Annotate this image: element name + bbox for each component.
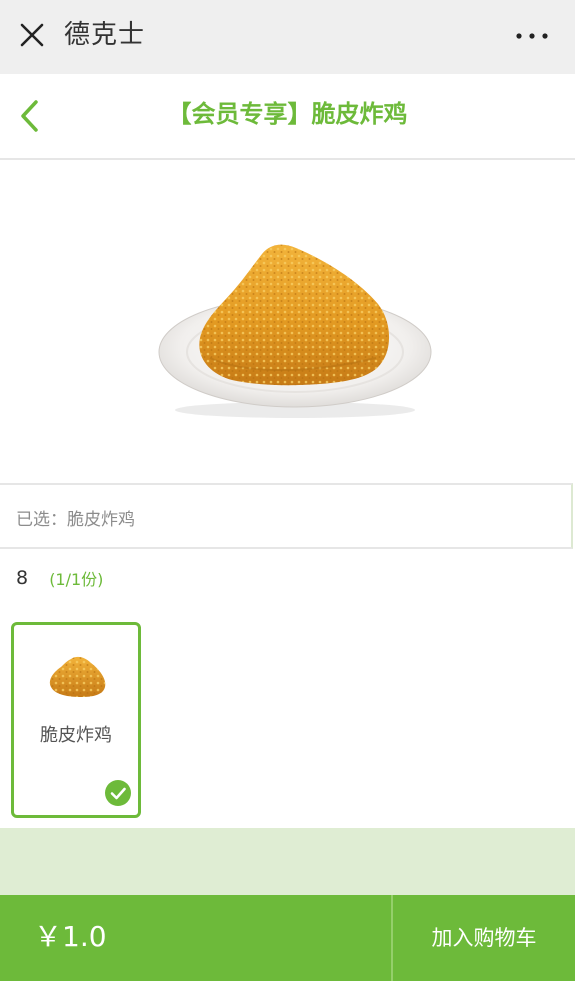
check-icon xyxy=(105,780,131,806)
selected-text: 已选：脆皮炸鸡 xyxy=(16,510,135,530)
group-count: (1/1份) xyxy=(49,570,104,589)
product-image-area xyxy=(0,162,575,482)
selected-summary: 已选：脆皮炸鸡 xyxy=(0,483,573,549)
option-label: 脆皮炸鸡 xyxy=(40,725,112,746)
close-icon[interactable] xyxy=(17,20,47,50)
group-number: 8 xyxy=(16,567,29,589)
total-price: ￥1.0 xyxy=(34,920,107,953)
more-icon[interactable] xyxy=(515,30,549,42)
page-header: 【会员专享】脆皮炸鸡 xyxy=(0,74,575,160)
option-card-crispy-chicken[interactable]: 脆皮炸鸡 xyxy=(11,622,141,818)
spacer-band xyxy=(0,828,575,895)
app-root: 德克士 【会员专享】脆皮炸鸡 已选：脆皮炸鸡 8 (1/1份) 脆皮炸鸡 ￥1.… xyxy=(0,0,575,981)
bottom-action-bar: ￥1.0 加入购物车 xyxy=(0,895,575,981)
add-to-cart-button[interactable]: 加入购物车 xyxy=(393,895,575,981)
page-title: 【会员专享】脆皮炸鸡 xyxy=(167,100,408,128)
option-thumbnail xyxy=(49,656,106,697)
option-group-header: 8 (1/1份) xyxy=(16,566,103,594)
top-bar: 德克士 xyxy=(0,0,575,74)
app-title: 德克士 xyxy=(64,20,146,50)
product-image xyxy=(158,244,432,418)
